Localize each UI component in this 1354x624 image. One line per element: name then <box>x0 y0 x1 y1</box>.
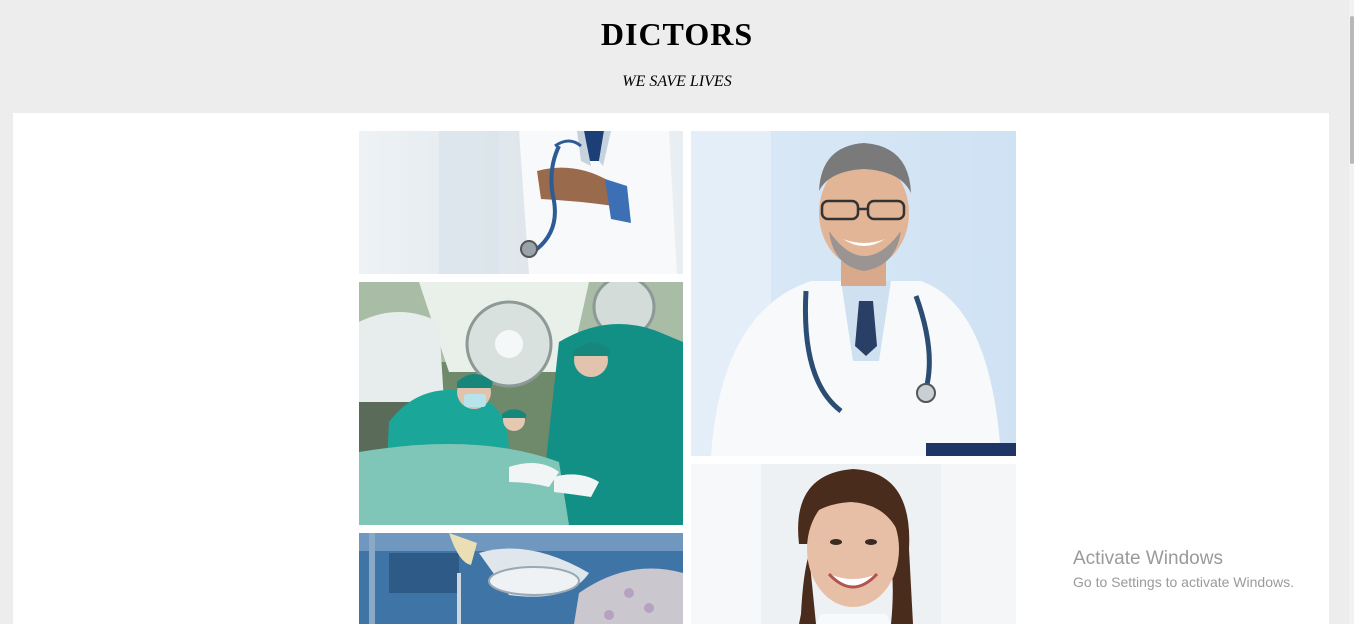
watermark-subtitle: Go to Settings to activate Windows. <box>1073 574 1294 590</box>
page-header: DICTORS WE SAVE LIVES <box>0 0 1354 113</box>
site-tagline: WE SAVE LIVES <box>622 73 732 90</box>
scrollbar-thumb[interactable] <box>1350 16 1354 164</box>
gallery-image-female-doctor <box>691 464 1016 624</box>
windows-activation-watermark: Activate Windows Go to Settings to activ… <box>1073 548 1294 592</box>
gallery-image-doctor-stethoscope <box>359 131 683 274</box>
gallery-image-male-doctor <box>691 131 1016 456</box>
site-title: DICTORS <box>600 16 754 52</box>
gallery-image-surgical-team <box>359 282 683 525</box>
gallery-image-operating-room <box>359 533 683 624</box>
watermark-title: Activate Windows <box>1073 548 1223 569</box>
page-scrollbar[interactable] <box>1349 0 1354 624</box>
